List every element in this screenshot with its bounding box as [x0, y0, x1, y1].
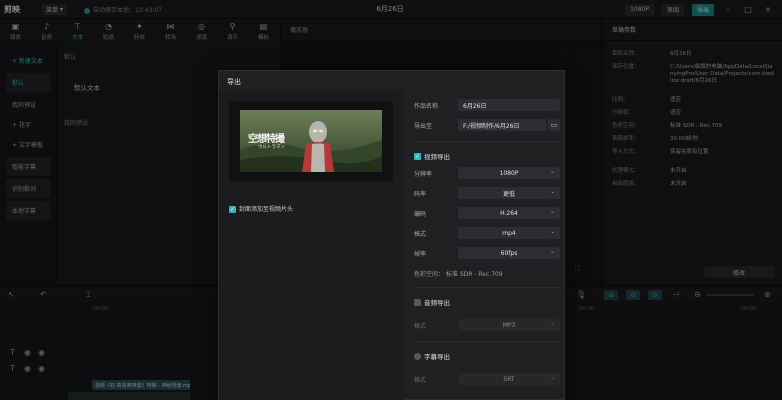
checkbox-checked-icon: ✓ [414, 152, 421, 160]
chevron-down-icon: ⌄ [549, 248, 555, 255]
cover-preview[interactable]: 空想特撮 ウルトラマン [229, 101, 393, 181]
subtitle-format-select[interactable]: SRT ⌄ [458, 373, 560, 385]
framerate-label: 帧率 [414, 250, 427, 258]
resolution-row: 分辨率 1080P ⌄ [414, 167, 560, 179]
export-dialog-title: 导出 [227, 78, 241, 86]
export-preview-pane: 空想特撮 ウルトラマン ✓ 封面添加至视频片头 [219, 91, 404, 400]
resolution-label: 分辨率 [414, 170, 433, 178]
checkbox-checked-icon: ✓ [229, 206, 236, 213]
divider [414, 287, 560, 288]
bitrate-row: 码率 更低 ⌄ [414, 187, 560, 199]
work-name-input[interactable]: 6月26日 [458, 99, 560, 111]
audio-export-label: 音频导出 [424, 299, 450, 307]
export-dialog: 导出 空想特撮 ウルトラマン ✓ 封面添加至视频片头 作品名称 6月26日 导出… [218, 70, 565, 400]
video-format-select[interactable]: mp4 ⌄ [458, 227, 560, 239]
cover-thumbnail-image: 空想特撮 ウルトラマン [240, 110, 382, 172]
video-export-toggle[interactable]: ✓ 视频导出 [414, 151, 450, 161]
chevron-down-icon: ⌄ [549, 208, 555, 215]
chevron-down-icon: ⌄ [549, 168, 555, 175]
work-name-label: 作品名称 [414, 102, 439, 110]
audio-export-toggle[interactable]: 音频导出 [414, 297, 450, 307]
bitrate-select[interactable]: 更低 ⌄ [458, 187, 560, 199]
color-space-note: 色彩空间： 标准 SDR - Rec.709 [414, 271, 503, 278]
subtitle-format-row: 格式 SRT ⌄ [414, 373, 560, 385]
video-format-value: mp4 [502, 229, 516, 237]
subtitle-export-toggle[interactable]: 字幕导出 [414, 351, 450, 361]
subtitle-export-label: 字幕导出 [424, 353, 450, 361]
resolution-select[interactable]: 1080P ⌄ [458, 167, 560, 179]
divider [414, 141, 560, 142]
thumbnail-title-text: 空想特撮 [248, 134, 285, 145]
audio-format-select[interactable]: MP3 ⌄ [458, 319, 560, 331]
subtitle-format-value: SRT [503, 375, 515, 383]
video-export-label: 视频导出 [424, 153, 450, 161]
framerate-row: 帧率 60fps ⌄ [414, 247, 560, 259]
bitrate-value: 更低 [502, 190, 515, 198]
work-name-row: 作品名称 6月26日 [414, 99, 560, 111]
export-path-row: 导出至 F:/视频制作/6月26日 ▭ [414, 119, 560, 131]
codec-label: 编码 [414, 210, 427, 218]
export-path-input[interactable]: F:/视频制作/6月26日 [458, 119, 546, 131]
codec-row: 编码 H.264 ⌄ [414, 207, 560, 219]
subtitle-format-label: 格式 [414, 376, 427, 384]
bitrate-label: 码率 [414, 190, 427, 198]
audio-format-label: 格式 [414, 322, 427, 330]
video-format-row: 格式 mp4 ⌄ [414, 227, 560, 239]
codec-value: H.264 [500, 209, 518, 217]
audio-format-row: 格式 MP3 ⌄ [414, 319, 560, 331]
framerate-value: 60fps [500, 249, 518, 257]
divider [414, 341, 560, 342]
audio-format-value: MP3 [502, 321, 516, 329]
radio-unchecked-icon [414, 352, 421, 360]
resolution-value: 1080P [499, 169, 519, 177]
video-format-label: 格式 [414, 230, 427, 238]
chevron-down-icon: ⌄ [549, 188, 555, 195]
chevron-down-icon: ⌄ [549, 228, 555, 235]
framerate-select[interactable]: 60fps ⌄ [458, 247, 560, 259]
cover-to-intro-checkbox[interactable]: ✓ 封面添加至视频片头 [229, 204, 293, 213]
folder-icon[interactable]: ▭ [548, 119, 560, 131]
checkbox-unchecked-icon [414, 298, 421, 306]
codec-select[interactable]: H.264 ⌄ [458, 207, 560, 219]
thumbnail-subtitle-text: ウルトラマン [258, 145, 285, 150]
cover-to-intro-label: 封面添加至视频片头 [239, 206, 294, 213]
export-path-label: 导出至 [414, 122, 433, 130]
chevron-down-icon: ⌄ [549, 374, 555, 381]
chevron-down-icon: ⌄ [549, 320, 555, 327]
